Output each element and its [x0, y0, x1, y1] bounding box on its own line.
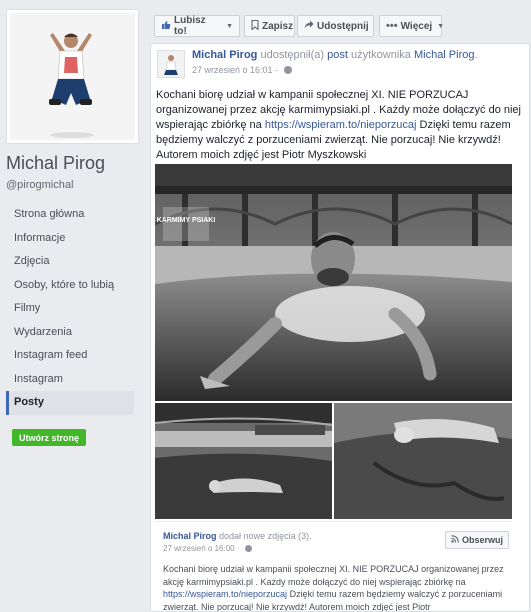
follow-button-label: Obserwuj — [461, 535, 503, 545]
main-column: Lubisz to! ▼ Zapisz Udostępnij ••• Więce… — [145, 0, 531, 612]
post-donation-link[interactable]: https://wspieram.to/nieporzucaj — [265, 119, 417, 131]
chevron-down-icon: ▼ — [226, 22, 233, 30]
save-button[interactable]: Zapisz — [244, 15, 295, 37]
like-page-button[interactable]: Lubisz to! ▼ — [154, 15, 240, 37]
thumbs-up-icon — [161, 20, 171, 33]
campaign-watermark: KARMIMY PSIAKI — [157, 217, 216, 224]
more-button-label: Więcej — [400, 20, 433, 32]
share-button[interactable]: Udostępnij — [297, 15, 374, 37]
page-navigation: Strona główna Informacje Zdjęcia Osoby, … — [6, 203, 134, 415]
ellipsis-icon: ••• — [386, 20, 398, 32]
rss-icon — [451, 535, 459, 545]
profile-picture[interactable] — [6, 9, 139, 144]
left-column: Michal Pirog @pirogmichal Strona główna … — [0, 0, 141, 612]
shared-post-text: Kochani biorę udział w kampanii społeczn… — [163, 563, 508, 611]
share-button-label: Udostępnij — [317, 20, 369, 32]
nav-item-instagram-feed[interactable]: Instagram feed — [6, 344, 134, 368]
shared-donation-link[interactable]: https://wspieram.to/nieporzucaj — [163, 589, 287, 599]
post-timestamp-row: 27 wrzesień o 16:01 · — [192, 65, 292, 75]
shared-from-prefix: użytkownika — [350, 49, 411, 61]
save-button-label: Zapisz — [262, 20, 294, 32]
nav-item-instagram[interactable]: Instagram — [6, 368, 134, 392]
post-author-link[interactable]: Michal Pirog — [192, 49, 257, 61]
post-header: Michal Pirog udostępnił(a) post użytkown… — [192, 49, 478, 61]
nav-item-videos[interactable]: Filmy — [6, 297, 134, 321]
post-card: Michal Pirog udostępnił(a) post użytkown… — [150, 43, 530, 612]
nav-item-events[interactable]: Wydarzenia — [6, 321, 134, 345]
post-shared-verb: udostępnił(a) — [260, 49, 325, 61]
post-text: Kochani biorę udział w kampanii społeczn… — [156, 88, 526, 163]
shared-post-link[interactable]: post — [327, 49, 348, 61]
shared-post-box: Michal Pirog dodał nowe zdjęcia (3). 27 … — [155, 521, 512, 611]
like-button-label: Lubisz to! — [174, 15, 206, 37]
profile-person-illustration — [10, 13, 135, 140]
post-photo-main[interactable]: KARMIMY PSIAKI — [155, 164, 512, 401]
profile-name[interactable]: Michal Pirog — [6, 153, 105, 174]
nav-item-about[interactable]: Informacje — [6, 227, 134, 251]
shared-text-part1: Kochani biorę udział w kampanii społeczn… — [163, 564, 504, 587]
bookmark-icon — [251, 19, 259, 33]
page-action-bar: Lubisz to! ▼ Zapisz Udostępnij ••• Więce… — [145, 0, 531, 38]
shared-post-header: Michal Pirog dodał nowe zdjęcia (3). — [163, 531, 312, 541]
shared-post-timestamp-row: 27 wrzesień o 16:00 · — [163, 544, 252, 553]
shared-post-timestamp[interactable]: 27 wrzesień o 16:00 · — [163, 544, 240, 553]
globe-icon — [283, 66, 292, 74]
post-photo-3[interactable] — [334, 403, 512, 519]
shared-from-author-link[interactable]: Michal Pirog — [414, 49, 475, 61]
post-photo-2[interactable] — [155, 403, 332, 519]
shared-post-action: dodał nowe zdjęcia (3). — [219, 531, 312, 541]
profile-handle[interactable]: @pirogmichal — [6, 179, 73, 191]
share-arrow-icon — [304, 20, 314, 32]
chevron-down-icon: ▼ — [437, 22, 445, 30]
follow-button[interactable]: Obserwuj — [445, 531, 509, 549]
post-author-avatar[interactable] — [157, 50, 185, 78]
post-timestamp[interactable]: 27 wrzesień o 16:01 · — [192, 65, 278, 75]
shared-post-author-link[interactable]: Michal Pirog — [163, 531, 217, 541]
nav-item-home[interactable]: Strona główna — [6, 203, 134, 227]
nav-item-posts[interactable]: Posty — [6, 391, 134, 415]
nav-item-photos[interactable]: Zdjęcia — [6, 250, 134, 274]
nav-item-likes[interactable]: Osoby, które to lubią — [6, 274, 134, 298]
globe-icon — [244, 545, 252, 552]
more-button[interactable]: ••• Więcej ▼ — [379, 15, 445, 37]
create-page-button[interactable]: Utwórz stronę — [12, 429, 87, 446]
profile-photo — [10, 13, 135, 140]
